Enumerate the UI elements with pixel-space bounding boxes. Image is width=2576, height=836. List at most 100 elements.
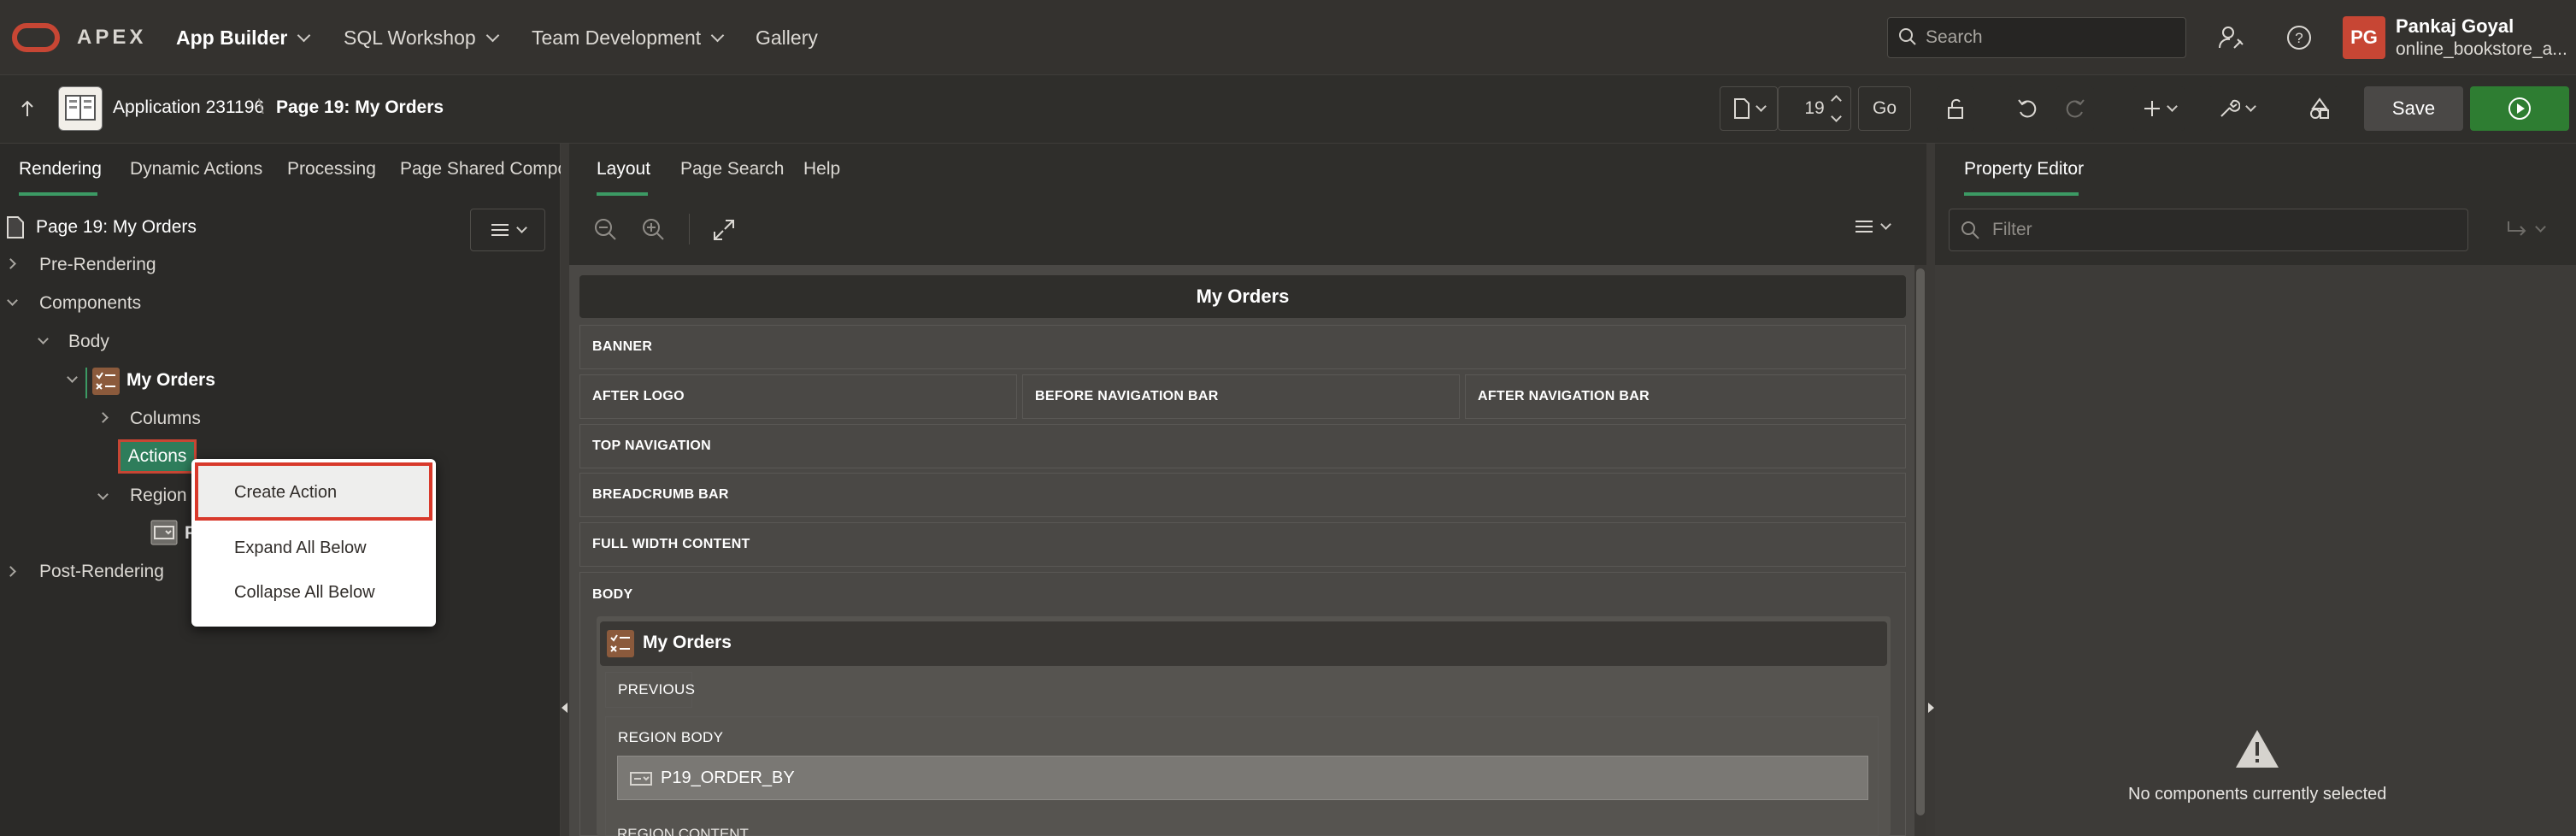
tree-context-menu: Create Action Expand All Below Collapse … — [191, 459, 436, 627]
arrow-up-icon[interactable] — [19, 99, 36, 118]
page-icon — [1733, 98, 1750, 119]
page-icon — [7, 216, 24, 238]
property-filter-input[interactable]: Filter — [1949, 209, 2468, 251]
warning-icon — [2236, 730, 2279, 768]
user-workspace: online_bookstore_a... — [2396, 39, 2567, 59]
tree-actions-node[interactable]: Actions — [118, 439, 197, 474]
breadcrumb-page: Page 19: My Orders — [276, 97, 444, 117]
wrench-icon — [2220, 99, 2240, 117]
tab-processing[interactable]: Processing — [287, 159, 376, 180]
collapse-right-arrow-icon[interactable] — [1928, 703, 1934, 713]
chevron-down-icon — [485, 28, 499, 42]
user-avatar[interactable]: PG — [2343, 16, 2385, 59]
save-button[interactable]: Save — [2364, 86, 2463, 131]
nav-app-builder[interactable]: App Builder — [176, 0, 311, 75]
filter-placeholder: Filter — [1992, 220, 2032, 239]
chevron-down-icon — [297, 28, 311, 42]
select-list-item-icon — [630, 772, 652, 786]
list-region-icon — [92, 368, 120, 395]
menu-item-expand-all-below[interactable]: Expand All Below — [234, 539, 367, 558]
chevron-down-icon — [515, 222, 527, 233]
user-name[interactable]: Pankaj Goyal — [2396, 15, 2514, 38]
position-before-navigation-bar[interactable]: BEFORE NAVIGATION BAR — [1022, 374, 1460, 419]
position-after-logo[interactable]: AFTER LOGO — [579, 374, 1017, 419]
collapse-left-arrow-icon[interactable] — [562, 703, 568, 713]
go-to-group-button[interactable] — [2506, 219, 2546, 239]
administration-icon[interactable] — [2217, 24, 2244, 51]
tree-menu-button[interactable] — [470, 209, 545, 251]
global-search-input[interactable]: Search — [1887, 17, 2186, 58]
play-icon — [2508, 97, 2531, 120]
scrollbar-thumb[interactable] — [1916, 268, 1925, 815]
unlock-icon — [1948, 98, 1963, 119]
tab-layout[interactable]: Layout — [597, 159, 650, 180]
layout-item-p19-order-by[interactable]: P19_ORDER_BY — [617, 756, 1868, 800]
plus-icon — [2144, 101, 2160, 116]
layout-scrollbar[interactable] — [1914, 265, 1926, 836]
active-tab-indicator — [1964, 192, 2079, 196]
right-splitter[interactable] — [1926, 144, 1935, 836]
position-top-navigation[interactable]: TOP NAVIGATION — [579, 424, 1906, 468]
nav-app-builder-label: App Builder — [176, 26, 288, 49]
region-position-previous[interactable]: PREVIOUS — [605, 672, 695, 708]
chevron-down-icon — [1880, 219, 1891, 230]
expand-icon[interactable] — [713, 219, 735, 241]
active-tab-indicator — [19, 192, 97, 196]
tree-root-page[interactable]: Page 19: My Orders — [36, 217, 197, 238]
application-icon[interactable] — [58, 86, 103, 131]
breadcrumb-separator: \ — [258, 96, 264, 119]
create-menu-button[interactable] — [2133, 86, 2185, 131]
tree-pre-rendering[interactable]: Pre-Rendering — [39, 255, 156, 275]
book-icon — [65, 95, 96, 121]
utilities-menu-button[interactable] — [2208, 86, 2263, 131]
apex-brand[interactable]: APEX — [77, 0, 146, 75]
tree-body[interactable]: Body — [68, 332, 109, 352]
menu-item-collapse-all-below[interactable]: Collapse All Below — [234, 583, 375, 603]
nav-team-development[interactable]: Team Development — [532, 0, 725, 75]
page-finder-button[interactable] — [1720, 86, 1778, 131]
left-splitter[interactable] — [561, 144, 569, 836]
lock-page-button[interactable] — [1937, 86, 1974, 131]
chevron-up-icon[interactable] — [1830, 95, 1842, 106]
layout-region-title[interactable]: My Orders — [643, 633, 732, 653]
nav-sql-workshop[interactable]: SQL Workshop — [344, 0, 499, 75]
tab-dynamic-actions[interactable]: Dynamic Actions — [130, 159, 262, 180]
chevron-down-icon — [1755, 100, 1767, 112]
undo-button[interactable] — [2008, 86, 2046, 131]
tab-page-shared-components[interactable]: Page Shared Compor — [400, 159, 561, 180]
chevron-down-icon — [710, 28, 725, 42]
region-position-content: REGION CONTENT — [617, 826, 749, 836]
position-after-navigation-bar[interactable]: AFTER NAVIGATION BAR — [1465, 374, 1906, 419]
redo-button[interactable] — [2056, 86, 2094, 131]
nav-gallery[interactable]: Gallery — [756, 0, 818, 75]
tree-components[interactable]: Components — [39, 293, 141, 314]
shared-components-button[interactable] — [2301, 86, 2338, 131]
position-breadcrumb-bar[interactable]: BREADCRUMB BAR — [579, 473, 1906, 517]
page-stepper[interactable] — [1819, 86, 1853, 131]
active-tab-indicator — [597, 192, 648, 196]
tree-region-my-orders[interactable]: My Orders — [126, 370, 215, 391]
oracle-logo-icon[interactable] — [12, 23, 60, 52]
nav-sql-workshop-label: SQL Workshop — [344, 26, 476, 49]
position-full-width-content[interactable]: FULL WIDTH CONTENT — [579, 522, 1906, 567]
menu-item-create-action[interactable]: Create Action — [234, 483, 337, 503]
go-button[interactable]: Go — [1858, 86, 1911, 131]
breadcrumb-application[interactable]: Application 231196 — [113, 97, 264, 118]
tab-page-search[interactable]: Page Search — [680, 159, 784, 180]
layout-page-title[interactable]: My Orders — [579, 275, 1906, 318]
zoom-out-icon[interactable] — [593, 217, 617, 241]
layout-menu-button[interactable] — [1855, 219, 1891, 234]
tree-columns[interactable]: Columns — [130, 409, 201, 429]
tree-post-rendering[interactable]: Post-Rendering — [39, 562, 164, 582]
tab-help[interactable]: Help — [803, 159, 840, 180]
undo-icon — [2018, 99, 2037, 118]
tab-property-editor[interactable]: Property Editor — [1964, 159, 2084, 180]
help-icon[interactable]: ? — [2285, 24, 2313, 51]
position-banner[interactable]: BANNER — [579, 325, 1906, 369]
run-page-button[interactable] — [2470, 86, 2569, 131]
zoom-in-icon[interactable] — [641, 217, 665, 241]
svg-text:?: ? — [2295, 30, 2303, 46]
chevron-down-icon — [2166, 100, 2178, 112]
chevron-down-icon[interactable] — [1830, 111, 1842, 122]
tab-rendering[interactable]: Rendering — [19, 159, 102, 180]
